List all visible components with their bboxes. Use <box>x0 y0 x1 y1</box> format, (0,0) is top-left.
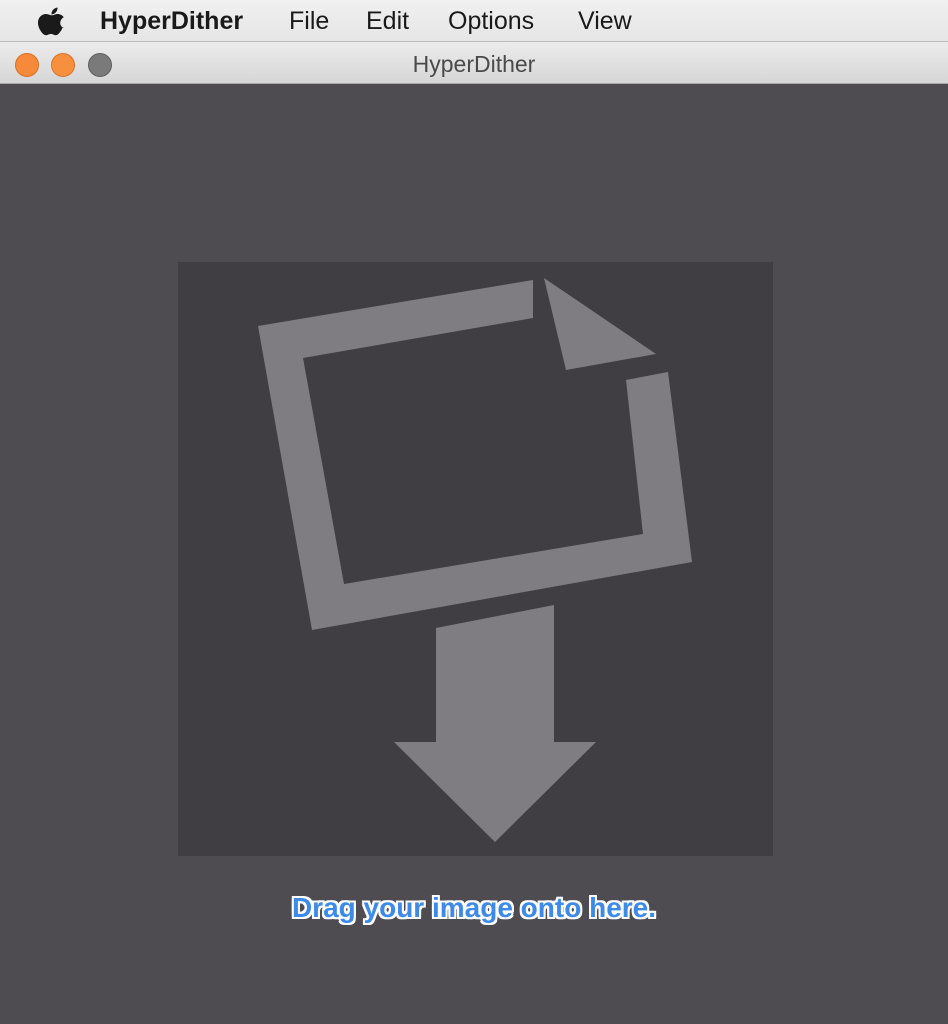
menu-file[interactable]: File <box>289 4 329 38</box>
menu-view[interactable]: View <box>578 4 632 38</box>
menu-edit[interactable]: Edit <box>366 4 409 38</box>
image-drop-zone[interactable] <box>178 262 773 856</box>
image-drop-icon <box>258 278 692 842</box>
menu-bar: HyperDither File Edit Options View <box>0 0 948 42</box>
window-titlebar[interactable]: HyperDither <box>0 42 948 84</box>
window-title: HyperDither <box>412 51 536 77</box>
window-content: Drag your image onto here. <box>0 84 948 1024</box>
drop-hint-text: Drag your image onto here. <box>291 892 657 923</box>
apple-icon[interactable] <box>38 6 66 36</box>
menu-app-name[interactable]: HyperDither <box>100 4 243 38</box>
menu-options[interactable]: Options <box>448 4 534 38</box>
